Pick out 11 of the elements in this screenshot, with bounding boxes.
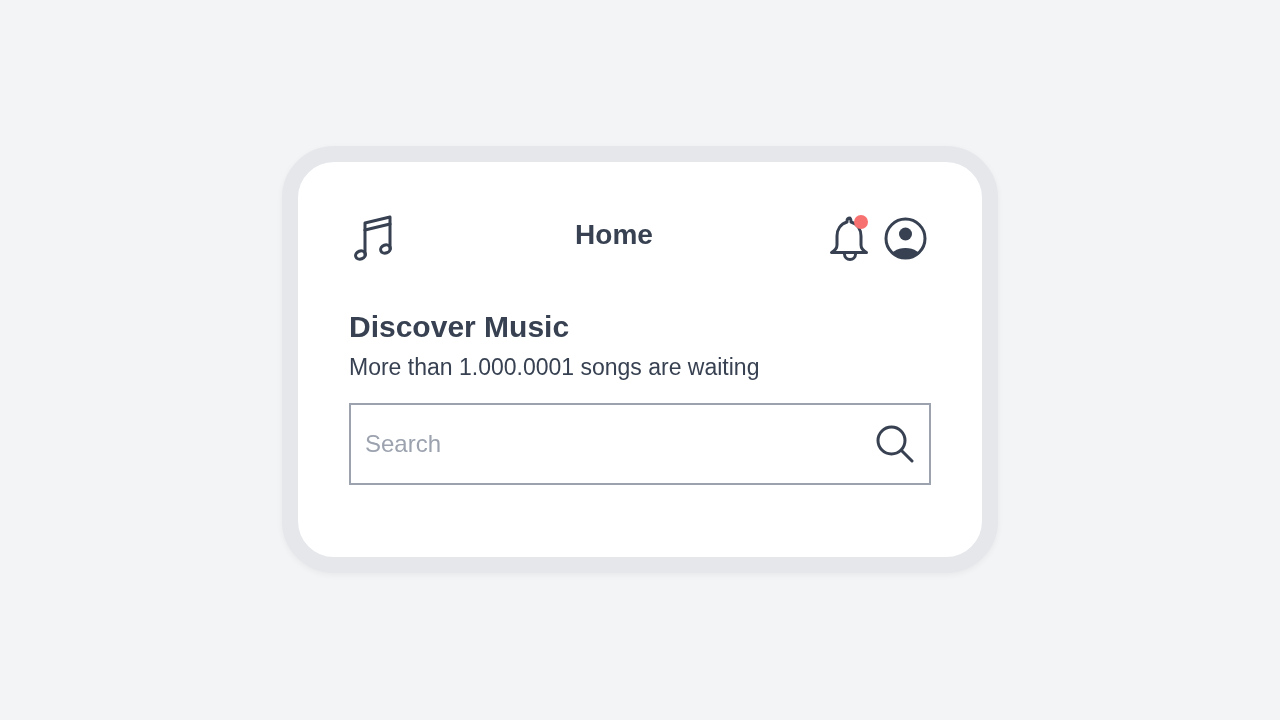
user-avatar-icon [884,217,927,260]
search-button[interactable] [876,425,914,463]
notifications-button[interactable] [829,214,871,263]
search-icon [876,425,914,463]
page-title: Home [575,218,653,251]
bell-icon [829,214,871,263]
music-note-icon [354,215,394,262]
profile-button[interactable] [884,217,927,260]
search-field[interactable]: Search [349,403,931,485]
section-subtitle: More than 1.000.0001 songs are waiting [349,354,761,380]
section-title: Discover Music [349,310,571,344]
